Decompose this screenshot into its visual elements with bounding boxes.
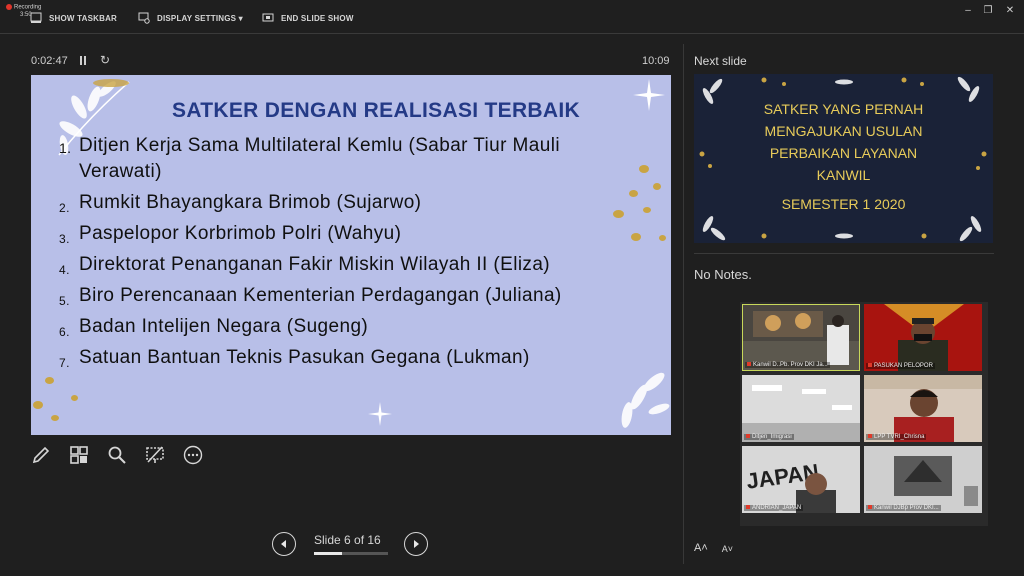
- end-show-icon: [262, 13, 274, 22]
- show-taskbar-button[interactable]: SHOW TASKBAR: [30, 10, 117, 26]
- participant-name: Ditjen_Imigrasi: [744, 434, 794, 440]
- current-slide[interactable]: SATKER DENGAN REALISASI TERBAIK 1. Ditjen…: [31, 75, 671, 435]
- slide-title: SATKER DENGAN REALISASI TERBAIK: [172, 99, 580, 122]
- list-item: 2. Rumkit Bhayangkara Brimob (Sujarwo): [59, 192, 422, 215]
- zoom-button[interactable]: [106, 444, 128, 466]
- slide-counter[interactable]: Slide 6 of 16: [314, 533, 381, 547]
- list-item: 7. Satuan Bantuan Teknis Pasukan Gegana (…: [59, 347, 530, 370]
- see-all-slides-button[interactable]: [68, 444, 90, 466]
- participant-name: ANDRIAN_JAPAN: [744, 505, 804, 511]
- more-options-button[interactable]: [182, 444, 204, 466]
- video-tile[interactable]: LPP TVRI_Chrisna: [864, 375, 982, 442]
- video-tile[interactable]: PASUKAN PELOPOR: [864, 304, 982, 371]
- gold-dot: [639, 165, 649, 173]
- participant-name: PASUKAN PELOPOR: [866, 363, 935, 369]
- pen-tool-button[interactable]: [30, 444, 52, 466]
- person-scene-icon: JAPAN: [742, 446, 860, 513]
- presenter-tools: [30, 443, 204, 467]
- screen-off-icon: [146, 446, 164, 463]
- taskbar-icon: [30, 12, 42, 23]
- room-scene-icon: [864, 446, 982, 513]
- gold-dot: [659, 235, 666, 241]
- elapsed-timer: 0:02:47: [31, 55, 68, 67]
- gold-dot: [51, 415, 59, 421]
- next-slide-thumbnail[interactable]: SATKER YANG PERNAH MENGAJUKAN USULAN PER…: [694, 74, 993, 243]
- triangle-left-icon: [281, 540, 286, 548]
- triangle-right-icon: [414, 540, 419, 548]
- person-scene-icon: [864, 304, 982, 371]
- notes-divider: [694, 253, 994, 254]
- gold-dot: [71, 395, 78, 401]
- restore-button[interactable]: ❐: [980, 4, 996, 16]
- sparkle-icon: [368, 402, 392, 426]
- end-slide-show-button[interactable]: END SLIDE SHOW: [262, 10, 354, 26]
- pause-icon: [80, 56, 82, 65]
- end-slide-show-label: END SLIDE SHOW: [281, 13, 354, 23]
- video-tile[interactable]: Kanwil D..Pb. Prov DKI Ja...: [742, 304, 860, 371]
- video-tile[interactable]: Ditjen_Imigrasi: [742, 375, 860, 442]
- minimize-icon: –: [965, 4, 971, 16]
- person-scene-icon: [864, 375, 982, 442]
- close-icon: ✕: [1005, 4, 1015, 16]
- participant-name: LPP TVRI_Chrisna: [866, 434, 927, 440]
- list-item: 1. Ditjen Kerja Sama Multilateral Kemlu (…: [59, 135, 560, 182]
- grid-icon: [70, 446, 88, 464]
- video-tile[interactable]: JAPAN ANDRIAN_JAPAN: [742, 446, 860, 513]
- pen-icon: [32, 446, 50, 464]
- next-slide-line: PERBAIKAN LAYANAN: [769, 145, 918, 161]
- show-taskbar-label: SHOW TASKBAR: [49, 13, 118, 23]
- next-slide-line: SATKER YANG PERNAH: [763, 101, 924, 117]
- participant-name: Kanwil D..Pb. Prov DKI Ja...: [745, 362, 830, 368]
- list-item: 6. Badan Intelijen Negara (Sugeng): [59, 316, 369, 339]
- increase-font-button[interactable]: A˄: [694, 542, 708, 554]
- gold-dot: [33, 401, 43, 409]
- reset-timer-button[interactable]: ↻: [100, 53, 110, 67]
- previous-slide-button[interactable]: [272, 532, 296, 556]
- next-slide-line: SEMESTER 1 2020: [781, 196, 906, 212]
- slide-list: 1. Ditjen Kerja Sama Multilateral Kemlu (…: [59, 133, 639, 376]
- pause-timer-button[interactable]: [80, 55, 90, 67]
- black-screen-button[interactable]: [144, 444, 166, 466]
- current-time: 10:09: [642, 55, 670, 67]
- next-slide-line: MENGAJUKAN USULAN: [764, 123, 923, 139]
- record-dot-icon: [6, 4, 12, 10]
- progress-fill: [314, 552, 342, 555]
- display-settings-label: DISPLAY SETTINGS ▾: [157, 13, 243, 23]
- gold-dot: [45, 377, 54, 384]
- display-settings-button[interactable]: DISPLAY SETTINGS ▾: [138, 10, 243, 26]
- notes-font-controls: A˄ A˅: [694, 542, 733, 554]
- decrease-font-button[interactable]: A˅: [722, 544, 733, 554]
- slide-navigation: Slide 6 of 16: [272, 530, 432, 558]
- top-toolbar: Recording 3:50 SHOW TASKBAR DISPLAY SETT…: [0, 0, 1024, 34]
- gold-dot: [643, 207, 651, 213]
- next-slide-button[interactable]: [404, 532, 428, 556]
- video-call-overlay: Kanwil D..Pb. Prov DKI Ja... PASUKAN PEL…: [740, 302, 988, 526]
- close-button[interactable]: ✕: [1002, 4, 1018, 16]
- list-item: 4. Direktorat Penanganan Fakir Miskin Wil…: [59, 254, 551, 277]
- next-slide-label: Next slide: [694, 54, 747, 68]
- participant-name: Kanwil DJBp Prov DKI...: [866, 505, 941, 511]
- display-settings-icon: [138, 12, 150, 24]
- video-tile[interactable]: Kanwil DJBp Prov DKI...: [864, 446, 982, 513]
- list-item: 5. Biro Perencanaan Kementerian Perdagang…: [59, 285, 562, 308]
- office-ceiling-icon: [742, 375, 860, 442]
- restore-icon: ❐: [983, 4, 993, 16]
- minimize-button[interactable]: –: [960, 4, 976, 16]
- slide-progress-bar: [314, 552, 388, 555]
- list-item: 3. Paspelopor Korbrimob Polri (Wahyu): [59, 223, 402, 246]
- gold-leaf-icon: [93, 79, 129, 87]
- panel-divider: [683, 44, 684, 564]
- gold-dot: [653, 183, 661, 190]
- more-icon: [183, 445, 203, 465]
- next-slide-line: KANWIL: [816, 167, 871, 183]
- magnifier-icon: [108, 446, 126, 464]
- speaker-notes[interactable]: No Notes.: [694, 267, 752, 282]
